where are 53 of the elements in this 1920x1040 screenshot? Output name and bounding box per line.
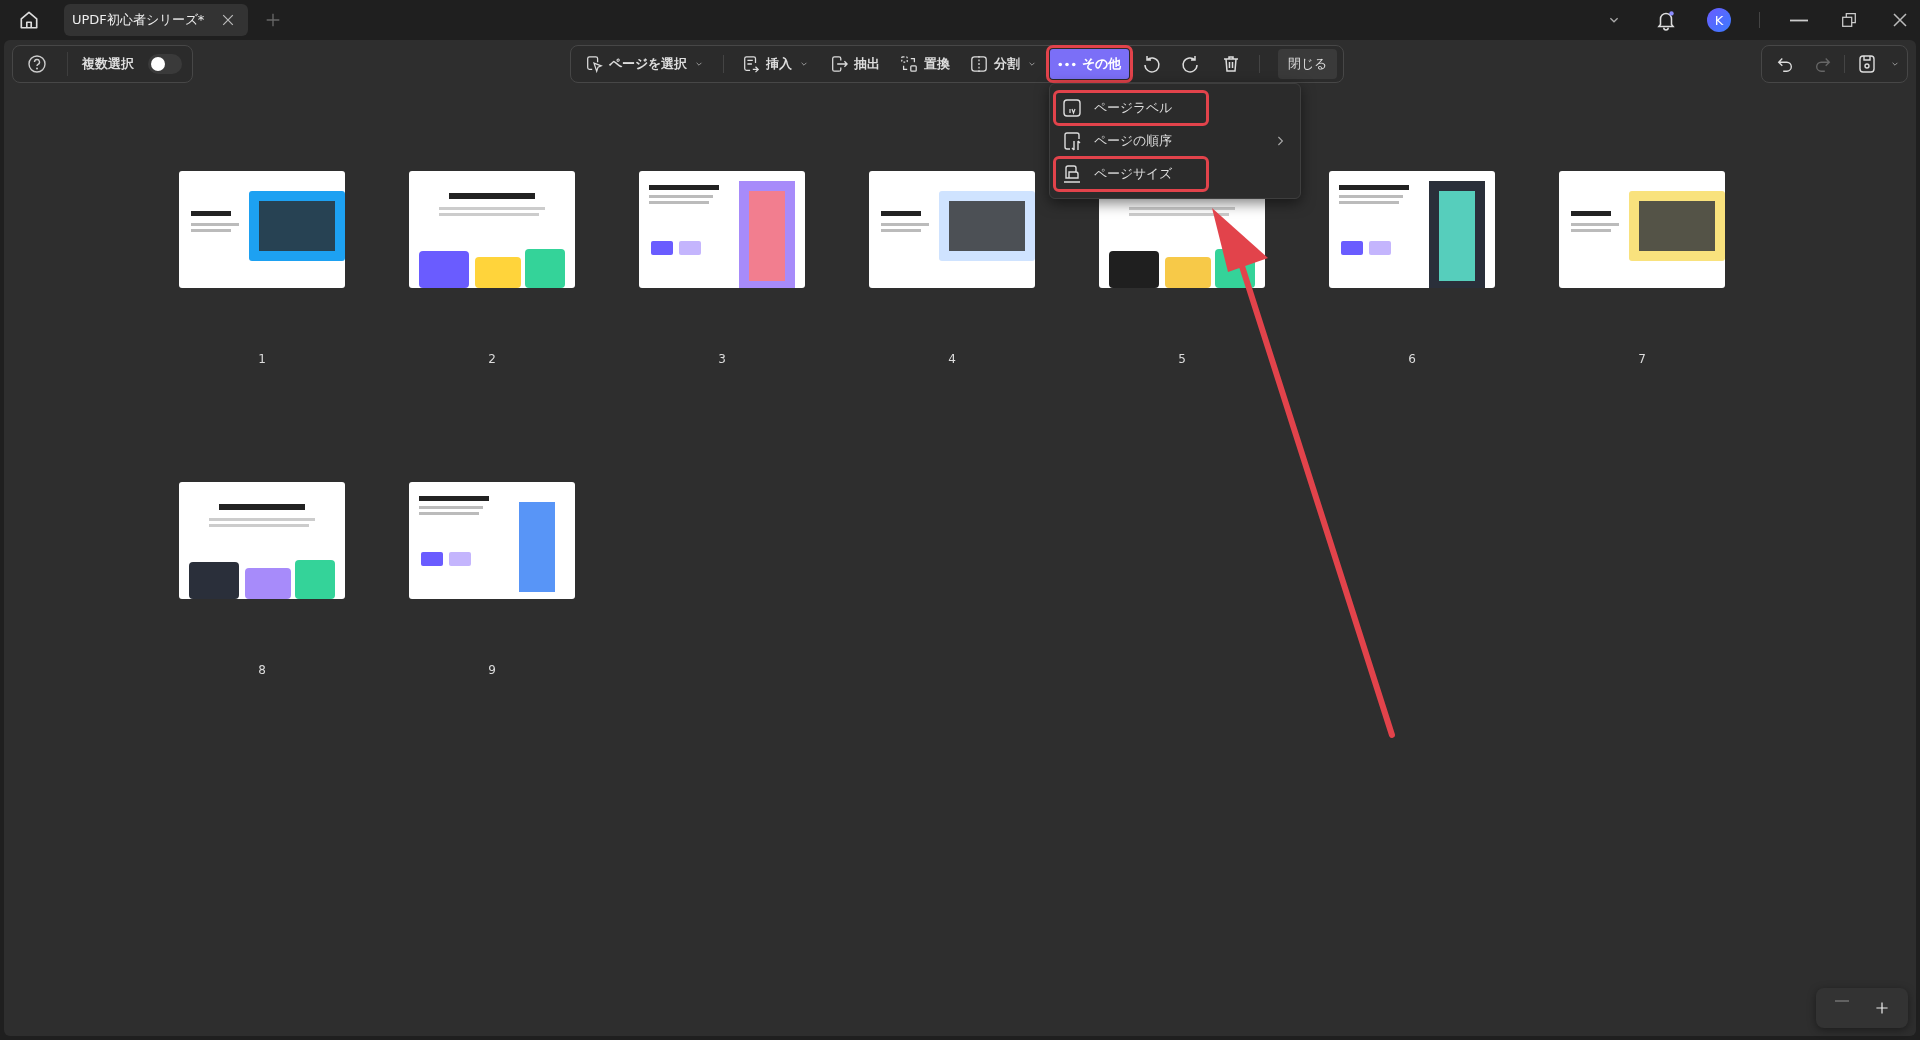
help-icon xyxy=(27,54,47,74)
page-number: 8 xyxy=(258,663,266,677)
cursor-page-icon xyxy=(585,55,603,73)
zoom-in-button[interactable] xyxy=(1874,1000,1890,1016)
menu-item[interactable]: ページの順序 xyxy=(1056,126,1294,156)
toolbar-button[interactable]: 置換 xyxy=(892,49,958,79)
toolbar-button[interactable]: 分割 xyxy=(962,49,1046,79)
trash-icon xyxy=(1221,54,1241,74)
page-number: 1 xyxy=(258,352,266,366)
redo-icon xyxy=(1814,55,1832,73)
home-icon xyxy=(18,9,40,31)
page-number: 2 xyxy=(488,352,496,366)
page-thumbnail[interactable] xyxy=(409,482,575,599)
save-icon xyxy=(1857,54,1877,74)
replace-icon xyxy=(900,55,918,73)
rotate-left-icon xyxy=(1141,54,1161,74)
page-label-icon xyxy=(1062,98,1082,118)
page-number: 6 xyxy=(1408,352,1416,366)
close-button[interactable]: 閉じる xyxy=(1278,49,1337,79)
page-thumbnail[interactable] xyxy=(639,171,805,288)
bell-icon xyxy=(1655,9,1677,31)
page-thumbnail[interactable] xyxy=(1559,171,1725,288)
multi-select-label: 複数選択 xyxy=(82,55,134,73)
page-number: 3 xyxy=(718,352,726,366)
user-avatar[interactable]: K xyxy=(1707,8,1731,32)
menu-item[interactable]: ページサイズ xyxy=(1056,159,1206,189)
page-number: 5 xyxy=(1178,352,1186,366)
toolbar-button[interactable]: ページを選択 xyxy=(577,49,713,79)
toolbar-button[interactable]: 挿入 xyxy=(734,49,818,79)
extract-icon xyxy=(830,55,848,73)
page-thumbnail[interactable] xyxy=(179,171,345,288)
page-number: 7 xyxy=(1638,352,1646,366)
page-thumbnail[interactable] xyxy=(409,171,575,288)
dots-icon xyxy=(1058,61,1076,67)
restore-icon xyxy=(1840,11,1858,29)
document-tab[interactable]: UPDF初心者シリーズ* xyxy=(64,4,249,36)
multi-select-toggle[interactable] xyxy=(148,54,182,74)
split-icon xyxy=(970,55,988,73)
minimize-icon xyxy=(1790,18,1808,22)
page-thumbnail[interactable] xyxy=(179,482,345,599)
menu-item[interactable]: ページラベル xyxy=(1056,93,1206,123)
plus-icon xyxy=(1874,1000,1890,1016)
insert-page-icon xyxy=(742,55,760,73)
page-thumbnail[interactable] xyxy=(1329,171,1495,288)
undo-icon xyxy=(1776,55,1794,73)
page-number: 9 xyxy=(488,663,496,677)
rotate-right-icon xyxy=(1181,54,1201,74)
minus-icon xyxy=(1834,1000,1850,1002)
toolbar-button[interactable]: 抽出 xyxy=(822,49,888,79)
page-number: 4 xyxy=(948,352,956,366)
page-size-icon xyxy=(1062,164,1082,184)
page-thumbnail[interactable] xyxy=(869,171,1035,288)
page-order-icon xyxy=(1062,131,1082,151)
